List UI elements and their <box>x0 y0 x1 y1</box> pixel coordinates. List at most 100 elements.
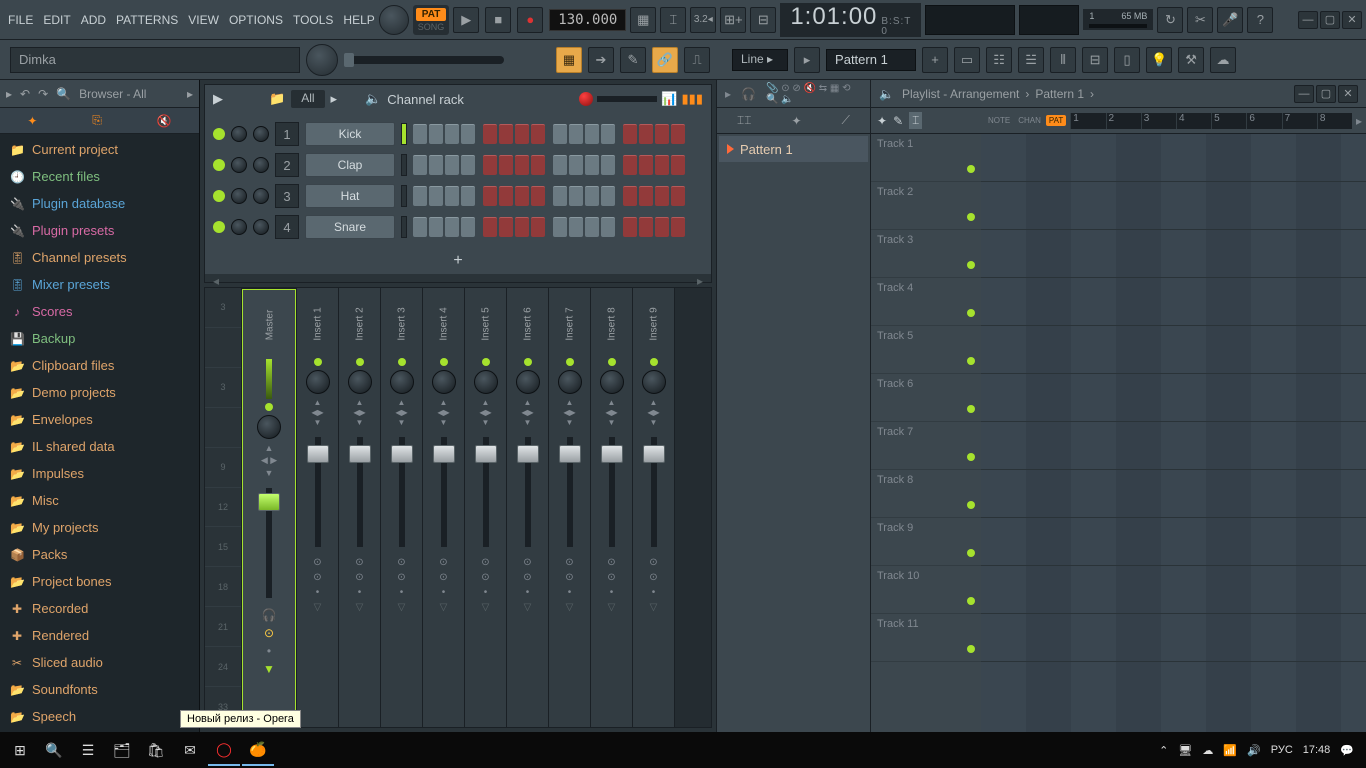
browser-item[interactable]: 🕘Recent files <box>0 163 199 190</box>
insert-pan-knob[interactable] <box>390 370 414 394</box>
insert-fader[interactable] <box>651 437 657 547</box>
step-cell[interactable] <box>671 124 685 144</box>
tray-wifi-icon[interactable]: 📶 <box>1223 744 1237 757</box>
step-cell[interactable] <box>569 217 583 237</box>
channel-select[interactable] <box>401 185 407 207</box>
mixer-insert-track[interactable]: Insert 7 ▲◀▶▼ ⊙ ⊙ • ▽ <box>549 288 591 727</box>
step-cell[interactable] <box>569 124 583 144</box>
browser-item[interactable]: 🔌Plugin database <box>0 190 199 217</box>
view-playlist-icon[interactable]: ▭ <box>954 47 980 73</box>
insert-arrow[interactable]: ▽ <box>356 602 364 613</box>
track-lane[interactable] <box>981 470 1366 518</box>
channel-mute-led[interactable] <box>213 221 225 233</box>
browser-expand-icon[interactable]: ▸ <box>187 87 193 101</box>
system-tray[interactable]: ⌃ 🖥 ☁ 📶 🔊 РУС 17:48 💬 <box>1151 744 1362 757</box>
insert-mute-led[interactable] <box>608 358 616 366</box>
step-cell[interactable] <box>553 155 567 175</box>
insert-fx-slot[interactable]: ⊙ <box>355 557 363 568</box>
tray-clock[interactable]: 17:48 <box>1303 744 1331 756</box>
browser-item[interactable]: 📂Project bones <box>0 568 199 595</box>
insert-fader[interactable] <box>609 437 615 547</box>
channel-vol-knob[interactable] <box>253 126 269 142</box>
insert-pan-knob[interactable] <box>348 370 372 394</box>
track-header[interactable]: Track 1 <box>871 134 981 182</box>
step-cell[interactable] <box>639 124 653 144</box>
track-mute-led[interactable] <box>967 549 975 557</box>
step-cell[interactable] <box>413 217 427 237</box>
track-header[interactable]: Track 2 <box>871 182 981 230</box>
stop-button[interactable]: ■ <box>485 7 511 33</box>
insert-mute-led[interactable] <box>524 358 532 366</box>
step-cell[interactable] <box>413 155 427 175</box>
stereo-sep-down[interactable]: ▼ <box>265 468 274 478</box>
channel-select[interactable] <box>401 154 407 176</box>
step-cell[interactable] <box>531 186 545 206</box>
playlist-crumb[interactable]: Pattern 1 <box>1035 87 1084 101</box>
task-view-icon[interactable]: ☰ <box>72 734 104 766</box>
channel-name-button[interactable]: Kick <box>305 122 395 146</box>
step-cell[interactable] <box>413 186 427 206</box>
channel-select[interactable] <box>401 216 407 238</box>
picker-tab-piano[interactable]: ⌶⌶ <box>737 113 751 128</box>
master-fader[interactable] <box>266 488 272 598</box>
channel-number[interactable]: 4 <box>275 215 299 239</box>
channel-mute-led[interactable] <box>213 190 225 202</box>
explorer-icon[interactable]: 🗂 <box>106 734 138 766</box>
pl-close-button[interactable]: ✕ <box>1338 85 1358 103</box>
insert-arrow[interactable]: ▽ <box>314 602 322 613</box>
browser-item[interactable]: 📂Misc <box>0 487 199 514</box>
menu-patterns[interactable]: PATTERNS <box>116 13 178 27</box>
step-cell[interactable] <box>445 186 459 206</box>
undo-history-icon[interactable]: ↻ <box>1157 7 1183 33</box>
cr-graph-icon[interactable]: 📊 <box>661 91 677 107</box>
tray-notifications-icon[interactable]: 💬 <box>1340 744 1354 757</box>
channel-filter[interactable]: All <box>291 90 324 108</box>
insert-fx-slot[interactable]: ⊙ <box>523 557 531 568</box>
step-cell[interactable] <box>585 155 599 175</box>
channel-select[interactable] <box>401 123 407 145</box>
pl-max-button[interactable]: ▢ <box>1316 85 1336 103</box>
insert-arrow[interactable]: ▽ <box>524 602 532 613</box>
mini-tab-chan[interactable]: CHAN <box>1015 115 1044 126</box>
track-lane[interactable] <box>981 374 1366 422</box>
step-cell[interactable] <box>483 217 497 237</box>
step-cell[interactable] <box>461 155 475 175</box>
insert-mute-led[interactable] <box>398 358 406 366</box>
track-header[interactable]: Track 7 <box>871 422 981 470</box>
step-cell[interactable] <box>655 186 669 206</box>
stamp-tool-icon[interactable]: ⎍ <box>684 47 710 73</box>
insert-mute-led[interactable] <box>440 358 448 366</box>
browser-item[interactable]: 📁Current project <box>0 136 199 163</box>
insert-fx-slot[interactable]: ⊙ <box>649 572 657 583</box>
step-cell[interactable] <box>569 155 583 175</box>
insert-mute-led[interactable] <box>314 358 322 366</box>
insert-pan-knob[interactable] <box>558 370 582 394</box>
close-button[interactable]: ✕ <box>1342 11 1362 29</box>
pl-tool1[interactable]: ✦ <box>877 114 887 128</box>
insert-fx-slot[interactable]: ⊙ <box>565 557 573 568</box>
insert-mute-led[interactable] <box>482 358 490 366</box>
track-lane[interactable] <box>981 614 1366 662</box>
step-cell[interactable] <box>429 155 443 175</box>
track-mute-led[interactable] <box>967 165 975 173</box>
track-lane[interactable] <box>981 566 1366 614</box>
bar-marker[interactable]: 2 <box>1106 113 1141 129</box>
step-cell[interactable] <box>553 186 567 206</box>
channel-pan-knob[interactable] <box>231 126 247 142</box>
cr-swing-slider[interactable] <box>597 96 657 102</box>
master-dot[interactable]: • <box>267 644 271 658</box>
bar-marker[interactable]: 5 <box>1211 113 1246 129</box>
menu-edit[interactable]: EDIT <box>43 13 70 27</box>
step-cell[interactable] <box>531 155 545 175</box>
insert-fx-slot[interactable]: ⊙ <box>481 557 489 568</box>
step-cell[interactable] <box>483 124 497 144</box>
insert-arrow[interactable]: ▽ <box>398 602 406 613</box>
track-header[interactable]: Track 3 <box>871 230 981 278</box>
step-cell[interactable] <box>585 217 599 237</box>
wait-input-icon[interactable]: ⊞+ <box>720 7 746 33</box>
step-cell[interactable] <box>531 217 545 237</box>
cloud-icon[interactable]: ☁ <box>1210 47 1236 73</box>
cr-play-icon[interactable]: ▶ <box>213 91 223 107</box>
step-cell[interactable] <box>623 155 637 175</box>
opera-icon[interactable]: ◯ <box>208 734 240 766</box>
